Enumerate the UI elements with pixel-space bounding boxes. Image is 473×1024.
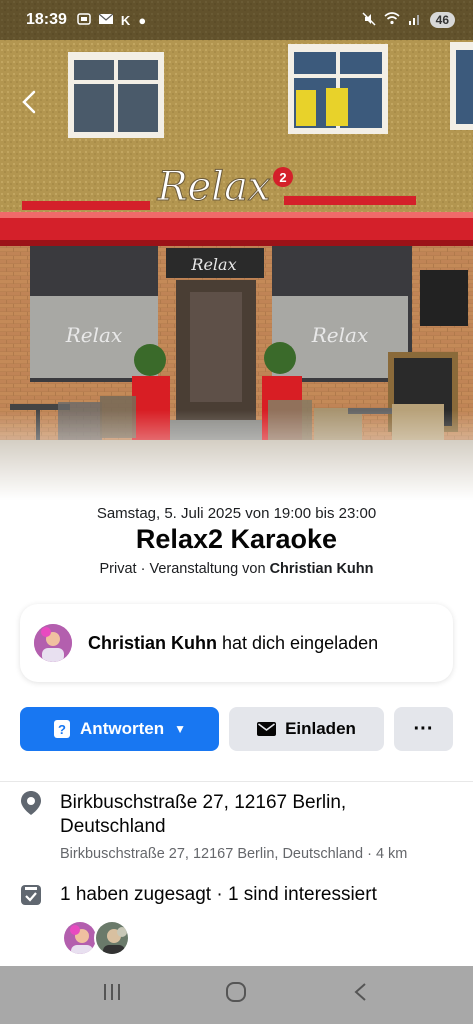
location-pin-icon xyxy=(20,790,42,821)
chevron-down-icon: ▼ xyxy=(174,722,186,736)
avatar[interactable] xyxy=(34,624,72,662)
location-distance: Birkbuschstraße 27, 12167 Berlin, Deutsc… xyxy=(60,846,408,862)
event-privacy: Privat · Veranstaltung von xyxy=(99,561,270,577)
system-navigation-bar xyxy=(0,966,473,1024)
sign-text: Relax xyxy=(157,164,271,210)
svg-text:?: ? xyxy=(58,722,66,737)
avatar[interactable] xyxy=(94,920,130,956)
back-arrow-icon[interactable] xyxy=(14,86,46,118)
k-icon: K xyxy=(120,12,131,28)
envelope-icon xyxy=(257,722,277,736)
wifi-icon xyxy=(384,12,400,28)
event-cover-photo[interactable]: Relax 2 Relax Relax Relax xyxy=(0,0,473,500)
dot-icon: ● xyxy=(138,12,147,28)
invite-card[interactable]: Christian Kuhn hat dich eingeladen xyxy=(20,604,453,682)
attendance-summary[interactable]: 1 haben zugesagt · 1 sind interessiert xyxy=(60,884,377,906)
event-date-time: Samstag, 5. Juli 2025 von 19:00 bis 23:0… xyxy=(96,505,377,522)
reply-button-label: Antworten xyxy=(80,719,165,738)
invite-text: Christian Kuhn hat dich eingeladen xyxy=(88,633,378,654)
invite-button-label: Einladen xyxy=(285,719,356,738)
signal-icon xyxy=(408,13,422,28)
more-icon: ··· xyxy=(413,717,434,740)
checklist-icon xyxy=(20,884,42,911)
home-icon[interactable] xyxy=(216,981,256,1009)
event-meta: Privat · Veranstaltung von Christian Kuh… xyxy=(0,561,473,577)
inviter-name[interactable]: Christian Kuhn xyxy=(88,633,217,653)
question-icon: ? xyxy=(53,719,71,739)
recent-apps-icon[interactable] xyxy=(92,982,132,1008)
location-address[interactable]: Birkbuschstraße 27, 12167 Berlin, Deutsc… xyxy=(60,791,440,839)
mail-icon xyxy=(98,13,114,28)
hero-fade-overlay xyxy=(0,410,473,500)
system-status: 46 xyxy=(362,11,455,29)
back-icon[interactable] xyxy=(341,981,381,1009)
notification-icons: K ● xyxy=(77,12,146,29)
more-options-button[interactable]: ··· xyxy=(394,707,453,751)
status-time: 18:39 xyxy=(26,11,67,28)
reply-button[interactable]: ? Antworten ▼ xyxy=(20,707,219,751)
avatar[interactable] xyxy=(62,920,98,956)
invite-suffix: hat dich eingeladen xyxy=(217,632,379,653)
attendee-avatars[interactable] xyxy=(62,920,130,956)
door-sign-text: Relax xyxy=(190,255,236,274)
window-sign-text-right: Relax xyxy=(311,323,369,347)
sign-number: 2 xyxy=(279,170,286,185)
window-sign-text-left: Relax xyxy=(65,323,123,347)
event-title: Relax2 Karaoke xyxy=(135,524,338,554)
battery-indicator: 46 xyxy=(429,12,455,28)
mute-icon xyxy=(362,11,376,29)
event-host-link[interactable]: Christian Kuhn xyxy=(270,561,374,577)
invite-button[interactable]: Einladen xyxy=(229,707,384,751)
screenshot-icon xyxy=(77,12,91,29)
status-bar: 18:39 K ● 46 xyxy=(0,0,473,40)
